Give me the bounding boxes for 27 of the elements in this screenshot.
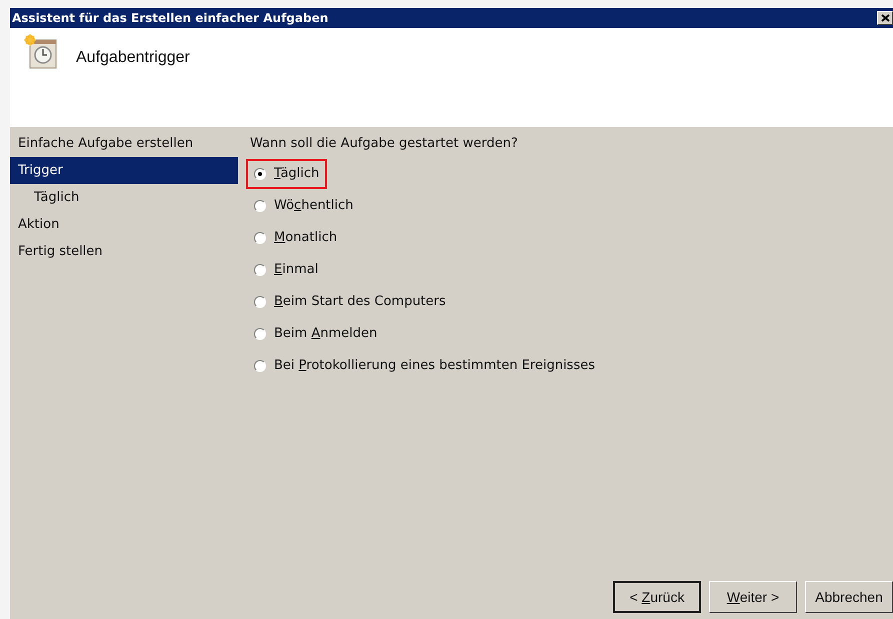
- wizard-button[interactable]: Abbrechen: [805, 581, 893, 613]
- radio-button[interactable]: [254, 264, 266, 276]
- nav-item[interactable]: Täglich: [10, 184, 238, 211]
- header-title: Aufgabentrigger: [76, 48, 190, 68]
- option-label[interactable]: Beim Anmelden: [274, 324, 378, 344]
- radio-button[interactable]: [254, 360, 266, 372]
- nav-item[interactable]: Fertig stellen: [10, 238, 238, 265]
- radio-button[interactable]: [254, 168, 266, 180]
- wizard-button[interactable]: Weiter >: [709, 581, 797, 613]
- nav-item[interactable]: Trigger: [10, 157, 238, 184]
- option-label[interactable]: Beim Start des Computers: [274, 292, 446, 312]
- radio-button[interactable]: [254, 296, 266, 308]
- nav-item[interactable]: Einfache Aufgabe erstellen: [10, 130, 238, 157]
- nav-item[interactable]: Aktion: [10, 211, 238, 238]
- radio-button[interactable]: [254, 328, 266, 340]
- wizard-button[interactable]: < Zurück: [613, 581, 701, 613]
- option-label[interactable]: Wöchentlich: [274, 196, 354, 216]
- radio-button[interactable]: [254, 232, 266, 244]
- option-label[interactable]: Bei Protokollierung eines bestimmten Ereignisses: [274, 356, 596, 376]
- window-title: Assistent für das Erstellen einfacher Aufgaben: [12, 10, 328, 27]
- close-button[interactable]: [877, 11, 893, 25]
- option-label[interactable]: Täglich: [274, 164, 320, 184]
- option-label[interactable]: Monatlich: [274, 228, 338, 248]
- question-text: Wann soll die Aufgabe gestartet werden?: [250, 135, 519, 153]
- close-icon: [880, 14, 890, 22]
- radio-button[interactable]: [254, 200, 266, 212]
- option-label[interactable]: Einmal: [274, 260, 318, 280]
